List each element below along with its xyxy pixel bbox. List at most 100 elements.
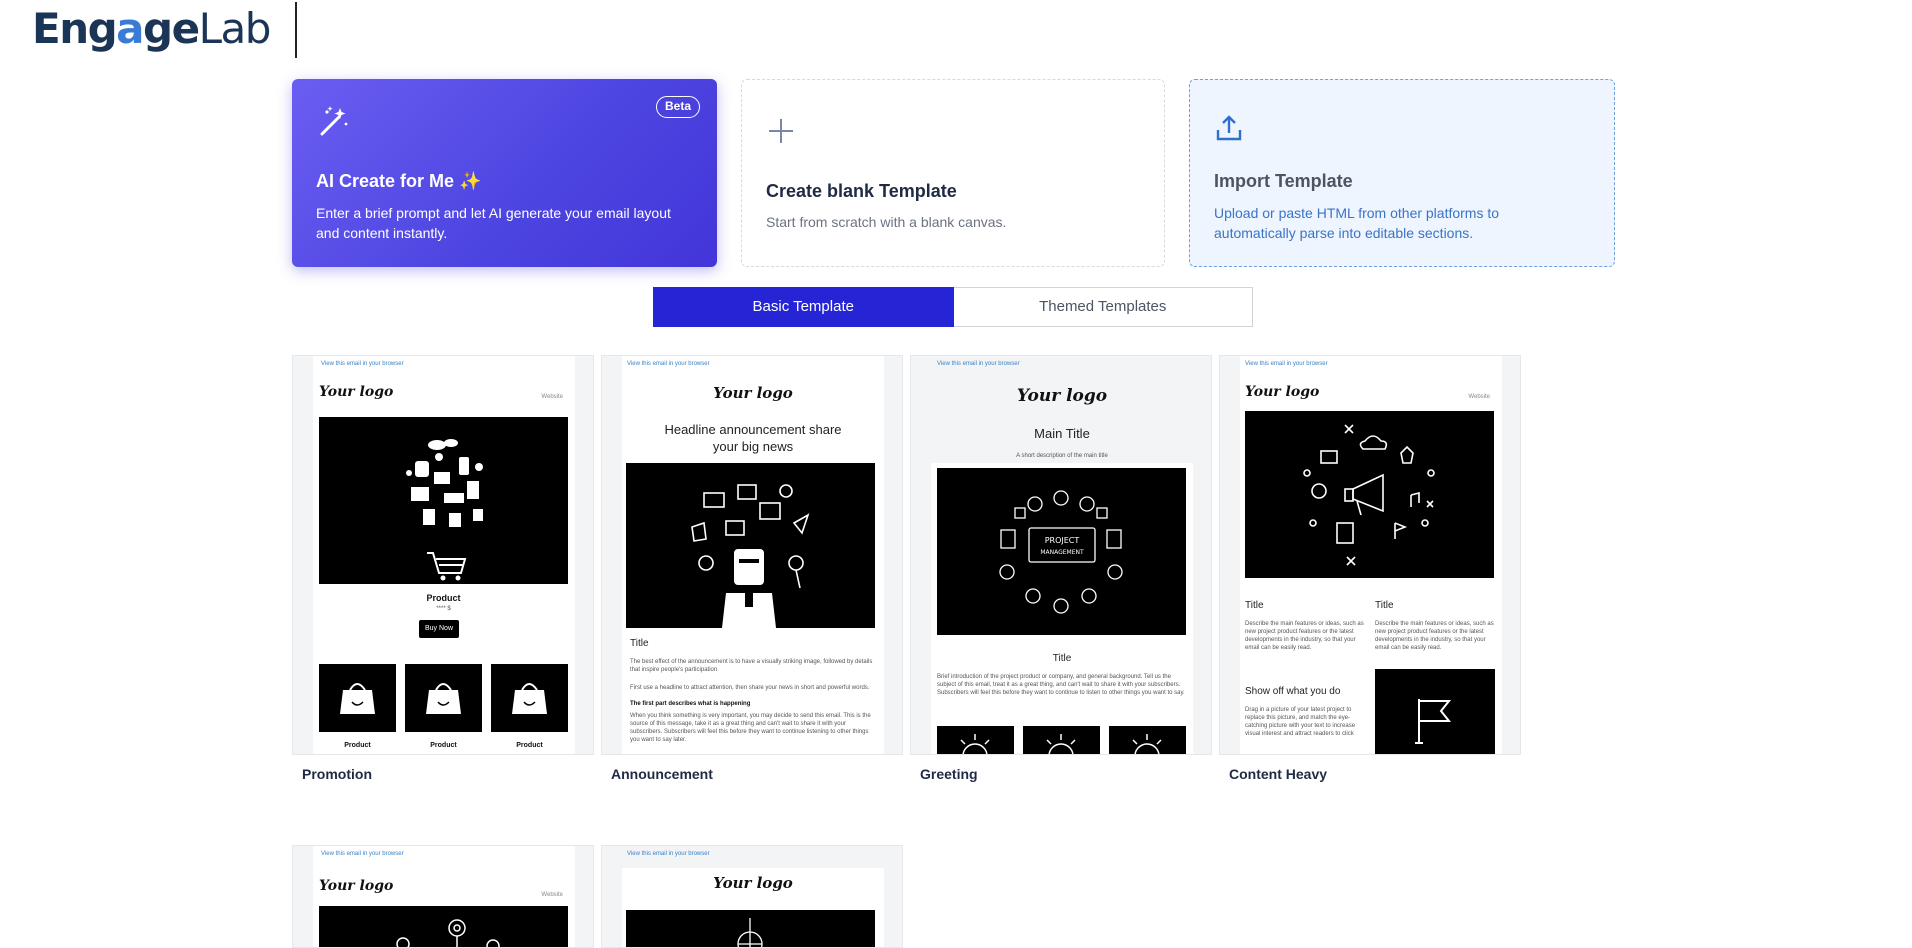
preview-product-name: Product <box>426 593 461 603</box>
preview-feature-image <box>1375 669 1495 754</box>
view-in-browser-link: View this email in your browser <box>1245 361 1328 367</box>
preview-logo: Your logo <box>319 384 394 400</box>
sparkle-icon: ✨ <box>459 171 482 191</box>
plus-icon <box>769 119 793 143</box>
preview-buy-button: Buy Now <box>419 620 459 638</box>
app-header: EngageLab <box>0 0 1912 60</box>
shopping-bag-icon <box>340 683 375 714</box>
header-divider <box>295 2 297 58</box>
email-preview: View this email in your browser Your log… <box>931 356 1193 754</box>
create-blank-card[interactable]: Create blank Template Start from scratch… <box>741 79 1165 267</box>
template-card[interactable]: View this email in your browser Your log… <box>292 845 594 948</box>
shopping-bag-icon <box>512 683 547 714</box>
shopping-cart-icon <box>406 439 483 581</box>
preview-price: **** $ <box>436 606 451 612</box>
preview-main-title: Main Title <box>1034 426 1090 441</box>
preview-product-label: Product <box>344 742 371 749</box>
preview-main-desc: A short description of the main title <box>1016 453 1108 459</box>
megaphone-icon <box>1303 424 1435 566</box>
preview-hero-image <box>1245 411 1494 578</box>
upload-icon <box>1216 115 1242 141</box>
preview-section-title: Title <box>630 638 649 649</box>
preview-website: Website <box>1468 394 1490 400</box>
template-name-announcement[interactable]: Announcement <box>611 766 713 782</box>
preview-hero-image <box>626 463 875 628</box>
sun-icon <box>1046 734 1076 754</box>
preview-body-bold: The first part describes what is happeni… <box>630 701 751 707</box>
preview-product-image <box>405 664 482 732</box>
beta-badge: Beta <box>655 96 700 118</box>
view-in-browser-link: View this email in your browser <box>627 361 710 367</box>
template-card-promotion[interactable]: View this email in your browser Your log… <box>292 355 594 755</box>
preview-body-text: When you think something is very importa… <box>630 713 871 743</box>
preview-logo: Your logo <box>319 878 394 894</box>
project-management-icon: PROJECT MANAGEMENT <box>999 490 1123 614</box>
preview-feature-image <box>1109 726 1186 754</box>
preview-section-title: Title <box>1245 600 1264 611</box>
preview-body-text: The best effect of the announcement is t… <box>630 659 873 673</box>
engagelab-logo[interactable]: EngageLab <box>32 4 271 54</box>
email-preview: View this email in your browser Your log… <box>313 846 575 947</box>
ai-create-title: AI Create for Me ✨ <box>316 171 482 191</box>
preview-hero-image <box>319 906 568 947</box>
import-template-card[interactable]: Import Template Upload or paste HTML fro… <box>1189 79 1615 267</box>
preview-product-image <box>491 664 568 732</box>
preview-show-off-title: Show off what you do <box>1245 686 1341 697</box>
news-reporter-icon <box>691 484 810 628</box>
template-tabs: Basic Template Themed Templates <box>653 287 1253 327</box>
create-blank-description: Start from scratch with a blank canvas. <box>766 214 1007 230</box>
preview-product-image <box>319 664 396 732</box>
ai-create-description: Enter a brief prompt and let AI generate… <box>316 205 671 241</box>
preview-logo: Your logo <box>713 874 793 892</box>
preview-headline: Headline announcement share your big new… <box>664 422 842 454</box>
preview-body-text: Brief introduction of the project produc… <box>937 674 1185 696</box>
template-card-content-heavy[interactable]: View this email in your browser Your log… <box>1219 355 1521 755</box>
preview-hero-image <box>319 417 568 584</box>
disco-ball-icon <box>737 918 763 947</box>
preview-logo: Your logo <box>1245 384 1320 400</box>
view-in-browser-link: View this email in your browser <box>937 361 1020 367</box>
email-preview: View this email in your browser Your log… <box>622 846 884 947</box>
preview-product-label: Product <box>516 742 543 749</box>
tab-themed-templates[interactable]: Themed Templates <box>953 287 1253 327</box>
template-card-announcement[interactable]: View this email in your browser Your log… <box>601 355 903 755</box>
pm-label-line2: MANAGEMENT <box>1040 549 1084 556</box>
shopping-bag-icon <box>426 683 461 714</box>
preview-hero-image: PROJECT MANAGEMENT <box>937 468 1186 635</box>
sun-icon <box>960 734 990 754</box>
preview-body-text: Describe the main features or ideas, suc… <box>1245 621 1364 651</box>
view-in-browser-link: View this email in your browser <box>321 851 404 857</box>
import-template-description: Upload or paste HTML from other platform… <box>1214 205 1500 241</box>
preview-website: Website <box>541 892 563 898</box>
email-preview: View this email in your browser Your log… <box>622 356 884 754</box>
gears-icon <box>396 919 500 947</box>
template-name-content-heavy[interactable]: Content Heavy <box>1229 766 1327 782</box>
magic-wand-icon <box>320 106 348 136</box>
preview-product-label: Product <box>430 742 457 749</box>
preview-logo: Your logo <box>1016 386 1108 406</box>
view-in-browser-link: View this email in your browser <box>321 361 404 367</box>
preview-section-title: Title <box>1052 653 1072 664</box>
preview-feature-image <box>1023 726 1100 754</box>
pm-label-line1: PROJECT <box>1045 536 1080 545</box>
create-blank-title: Create blank Template <box>766 181 957 201</box>
import-template-title: Import Template <box>1214 171 1353 191</box>
template-name-promotion[interactable]: Promotion <box>302 766 372 782</box>
email-preview: View this email in your browser Your log… <box>1240 356 1502 754</box>
preview-body-text: Describe the main features or ideas, suc… <box>1375 621 1494 651</box>
flag-icon <box>1415 699 1452 744</box>
template-card[interactable]: View this email in your browser Your log… <box>601 845 903 948</box>
ai-create-card[interactable]: Beta AI Create for Me ✨ Enter a brief pr… <box>292 79 717 267</box>
preview-section-title: Title <box>1375 600 1394 611</box>
tab-basic-template[interactable]: Basic Template <box>653 287 954 327</box>
sun-icon <box>1132 734 1162 754</box>
template-card-greeting[interactable]: View this email in your browser Your log… <box>910 355 1212 755</box>
preview-website: Website <box>541 394 563 400</box>
email-preview: View this email in your browser Your log… <box>313 356 575 754</box>
preview-logo: Your logo <box>713 384 793 402</box>
view-in-browser-link: View this email in your browser <box>627 851 710 857</box>
preview-body-text: First use a headline to attract attentio… <box>630 685 870 691</box>
preview-hero-image <box>626 910 875 947</box>
preview-feature-image <box>937 726 1014 754</box>
template-name-greeting[interactable]: Greeting <box>920 766 978 782</box>
